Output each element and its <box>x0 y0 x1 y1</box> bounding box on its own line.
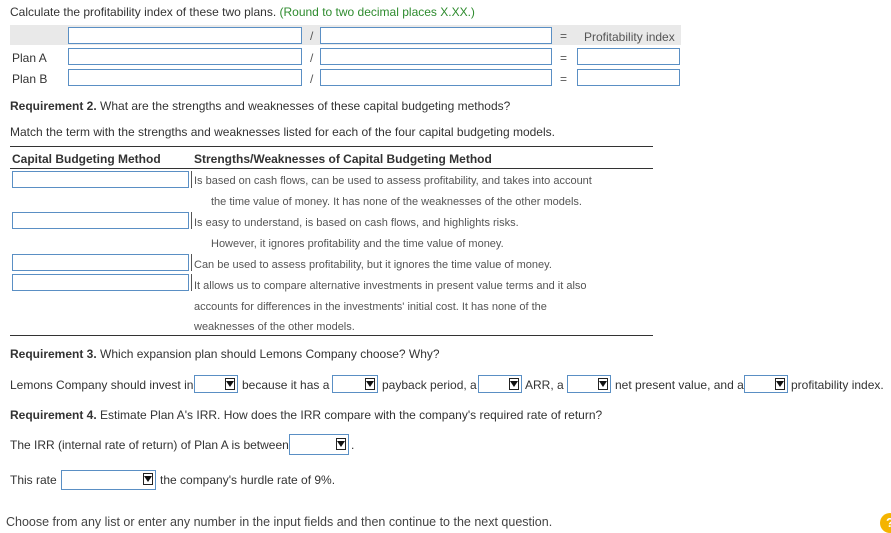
irr-period: . <box>351 438 355 452</box>
item-3-line-1: Can be used to assess profitability, but… <box>194 259 552 271</box>
divide-symbol: / <box>310 29 314 43</box>
req3-text-4: ARR, a <box>525 378 564 392</box>
plan-a-pv-input[interactable] <box>68 48 302 65</box>
divide-symbol: / <box>310 51 314 65</box>
rate-compare-dropdown[interactable] <box>61 470 156 490</box>
table-top-rule <box>10 146 653 147</box>
item-1-line-2: the time value of money. It has none of … <box>211 196 582 208</box>
payback-dropdown[interactable] <box>332 375 378 393</box>
pi-result-header: Profitability index <box>584 30 675 44</box>
req2-question: What are the strengths and weaknesses of… <box>96 99 511 113</box>
plan-a-investment-input[interactable] <box>320 48 552 65</box>
q1-prompt: Calculate the profitability index of the… <box>10 5 475 19</box>
q1-prompt-text: Calculate the profitability index of the… <box>10 5 277 19</box>
req3-text-6: profitability index. <box>791 378 884 392</box>
chevron-down-icon <box>775 378 785 390</box>
equals-symbol: = <box>560 51 568 65</box>
chevron-down-icon <box>509 378 519 390</box>
footer-instruction: Choose from any list or enter any number… <box>6 515 553 529</box>
plan-b-pv-input[interactable] <box>68 69 302 86</box>
divide-symbol: / <box>310 72 314 86</box>
req4-heading: Requirement 4. Estimate Plan A's IRR. Ho… <box>10 408 602 422</box>
req3-text-3: payback period, a <box>382 378 477 392</box>
item-2-line-1: Is easy to understand, is based on cash … <box>194 217 519 229</box>
chevron-down-icon <box>225 378 235 390</box>
item-2-line-2: However, it ignores profitability and th… <box>211 238 504 250</box>
req2-heading: Requirement 2. What are the strengths an… <box>10 99 510 113</box>
req4-question: Estimate Plan A's IRR. How does the IRR … <box>96 408 603 422</box>
method-select-3[interactable] <box>12 254 189 271</box>
row-divider <box>191 254 192 271</box>
item-4-line-1: It allows us to compare alternative inve… <box>194 280 587 292</box>
req3-question: Which expansion plan should Lemons Compa… <box>96 347 440 361</box>
chevron-down-icon <box>143 473 153 485</box>
method-select-4[interactable] <box>12 274 189 291</box>
q1-hint: (Round to two decimal places X.XX.) <box>279 5 475 19</box>
req3-label: Requirement 3. <box>10 347 97 361</box>
plan-a-label: Plan A <box>12 51 47 65</box>
req2-instruction: Match the term with the strengths and we… <box>10 125 555 139</box>
equals-symbol: = <box>560 29 568 43</box>
row-divider <box>191 212 192 229</box>
pi-header-denominator-input[interactable] <box>320 27 552 44</box>
plan-b-label: Plan B <box>12 72 48 86</box>
method-select-1[interactable] <box>12 171 189 188</box>
item-1-line-1: Is based on cash flows, can be used to a… <box>194 175 592 187</box>
req3-text-5: net present value, and a <box>615 378 744 392</box>
req2-label: Requirement 2. <box>10 99 97 113</box>
req4-label: Requirement 4. <box>10 408 97 422</box>
req3-heading: Requirement 3. Which expansion plan shou… <box>10 347 440 361</box>
pi-header-numerator-input[interactable] <box>68 27 302 44</box>
chevron-down-icon <box>365 378 375 390</box>
col-header-strengths: Strengths/Weaknesses of Capital Budgetin… <box>194 152 492 166</box>
plan-choice-dropdown[interactable] <box>194 375 238 393</box>
irr-range-dropdown[interactable] <box>289 434 349 455</box>
arr-dropdown[interactable] <box>478 375 522 393</box>
help-icon[interactable]: ? <box>880 513 891 533</box>
npv-dropdown[interactable] <box>567 375 611 393</box>
req3-text-2: because it has a <box>242 378 330 392</box>
row-divider <box>191 171 192 188</box>
row-divider <box>191 274 192 291</box>
header-rule <box>10 168 653 169</box>
req3-text-1: Lemons Company should invest in <box>10 378 194 392</box>
method-select-2[interactable] <box>12 212 189 229</box>
pi-dropdown[interactable] <box>744 375 788 393</box>
plan-b-pi-input[interactable] <box>577 69 680 86</box>
equals-symbol: = <box>560 72 568 86</box>
rate-text-1: This rate <box>10 473 57 487</box>
chevron-down-icon <box>336 438 346 450</box>
irr-text: The IRR (internal rate of return) of Pla… <box>10 438 289 452</box>
col-header-method: Capital Budgeting Method <box>12 152 161 166</box>
table-bottom-rule <box>10 335 653 336</box>
plan-a-pi-input[interactable] <box>577 48 680 65</box>
chevron-down-icon <box>598 378 608 390</box>
item-4-line-2: accounts for differences in the investme… <box>194 301 547 313</box>
plan-b-investment-input[interactable] <box>320 69 552 86</box>
item-4-line-3: weaknesses of the other models. <box>194 321 355 333</box>
rate-text-2: the company's hurdle rate of 9%. <box>160 473 336 487</box>
